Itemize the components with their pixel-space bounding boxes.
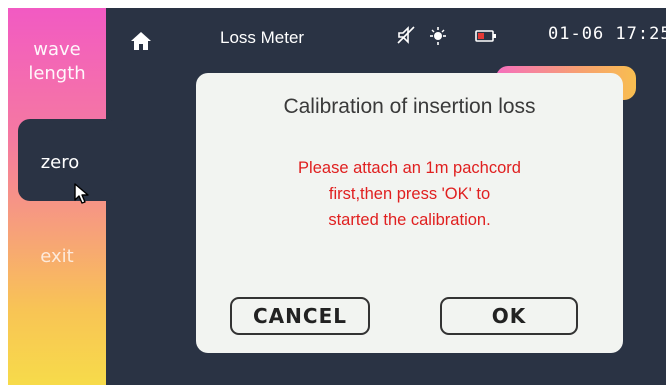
calibration-dialog: Calibration of insertion loss Please att… bbox=[196, 73, 623, 353]
ok-button[interactable]: OK bbox=[440, 297, 578, 335]
sidebar-item-length-label[interactable]: length bbox=[8, 62, 106, 86]
dialog-message-line: started the calibration. bbox=[328, 211, 491, 229]
sidebar-item-wave-label[interactable]: wave bbox=[8, 38, 106, 62]
dialog-message-line: first,then press 'OK' to bbox=[328, 185, 491, 203]
mouse-pointer-icon bbox=[74, 183, 89, 204]
dialog-message: Please attach an 1m pachcord first,then … bbox=[226, 155, 593, 233]
sidebar-item-exit[interactable]: exit bbox=[8, 245, 106, 269]
dialog-title: Calibration of insertion loss bbox=[283, 95, 536, 118]
clock: 01-06 17:25 bbox=[548, 24, 666, 44]
page-title: Loss Meter bbox=[220, 28, 305, 47]
battery-icon bbox=[475, 30, 496, 42]
device-screen: wave length exit zero Loss Meter 01-06 1… bbox=[8, 8, 666, 385]
laser-icon bbox=[430, 27, 446, 45]
home-icon[interactable] bbox=[130, 30, 152, 52]
cancel-button[interactable]: CANCEL bbox=[230, 297, 370, 335]
dialog-message-line: Please attach an 1m pachcord bbox=[298, 159, 521, 177]
sidebar-item-zero-label[interactable]: zero bbox=[18, 151, 102, 175]
mute-icon bbox=[397, 26, 415, 44]
